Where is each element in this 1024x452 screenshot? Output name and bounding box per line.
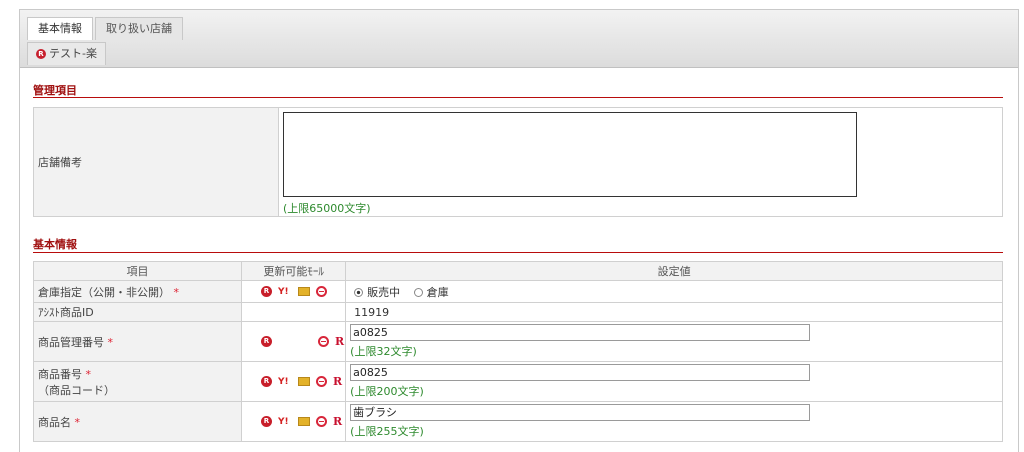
rakuten-icon: R: [261, 376, 272, 387]
rakuten-icon: R: [261, 416, 272, 427]
mall-icons: R Y!: [240, 280, 347, 303]
rakuten-icon: R: [36, 49, 46, 59]
table-row: 倉庫指定（公開・非公開） * R Y! 販売中 倉庫: [33, 280, 1003, 303]
mall-icons: R Y! R: [240, 401, 347, 442]
mall-icons: R R: [240, 321, 347, 362]
store-note-label: 店舗備考: [33, 107, 279, 217]
header-updatable: 更新可能ﾓｰﾙ: [240, 261, 347, 281]
rakuma-icon: R: [333, 415, 343, 428]
ponpare-icon: [316, 286, 327, 297]
item-number-limit: (上限200文字): [350, 385, 424, 398]
section-divider: [33, 97, 1003, 98]
table-row: 商品名 * R Y! R 歯ブラシ (上限255文字): [33, 401, 1003, 442]
warehouse-options: 販売中 倉庫: [345, 280, 1003, 303]
rakuten-icon: R: [261, 336, 272, 347]
row-label: 商品番号 * （商品コード）: [33, 361, 242, 402]
subtab-label: テスト-楽: [49, 47, 97, 60]
mgmt-number-limit: (上限32文字): [350, 345, 417, 358]
item-number-input[interactable]: a0825: [350, 364, 811, 381]
ponpare-icon: [316, 376, 327, 387]
tab-stores[interactable]: 取り扱い店舗: [95, 17, 183, 40]
basic-info-table: 項目 更新可能ﾓｰﾙ 設定値 倉庫指定（公開・非公開） * R Y! 販売中 倉…: [33, 261, 1003, 442]
wowma-icon: [298, 417, 310, 426]
store-note-textarea[interactable]: [283, 112, 857, 197]
header-value: 設定値: [345, 261, 1003, 281]
tab-basic-info[interactable]: 基本情報: [27, 17, 93, 40]
table-row: 商品番号 * （商品コード） R Y! R a0825 (上限200文字): [33, 361, 1003, 402]
admin-table: 店舗備考 (上限65000文字): [33, 107, 1003, 217]
item-name-limit: (上限255文字): [350, 425, 424, 438]
row-label: 商品管理番号 *: [33, 321, 242, 362]
item-name-input[interactable]: 歯ブラシ: [350, 404, 811, 421]
mgmt-number-input[interactable]: a0825: [350, 324, 811, 341]
rakuma-icon: R: [335, 335, 345, 348]
yahoo-icon: Y!: [278, 416, 289, 427]
table-row: 商品管理番号 * R R a0825 (上限32文字): [33, 321, 1003, 362]
header-item: 項目: [33, 261, 242, 281]
rakuma-icon: R: [333, 375, 343, 388]
yahoo-icon: Y!: [278, 376, 289, 387]
item-edit-panel: 基本情報 取り扱い店舗 R テスト-楽 管理項目 店舗備考 (上限65000文字…: [19, 9, 1019, 452]
subtab-store-test[interactable]: R テスト-楽: [27, 42, 106, 65]
row-label: 商品名 *: [33, 401, 242, 442]
section-title-admin: 管理項目: [33, 84, 77, 97]
assist-id-value: 11919: [345, 302, 1003, 322]
yahoo-icon: Y!: [278, 286, 289, 297]
radio-on-sale[interactable]: 販売中: [354, 286, 400, 299]
ponpare-icon: [316, 416, 327, 427]
store-note-limit: (上限65000文字): [283, 202, 371, 215]
tab-bar: 基本情報 取り扱い店舗 R テスト-楽: [20, 10, 1018, 68]
section-title-basic: 基本情報: [33, 238, 77, 251]
radio-warehouse[interactable]: 倉庫: [413, 286, 449, 299]
rakuten-icon: R: [261, 286, 272, 297]
section-divider: [33, 252, 1003, 253]
mall-icons: R Y! R: [240, 361, 347, 402]
ponpare-icon: [318, 336, 329, 347]
table-row: ｱｼｽﾄ商品ID 11919: [33, 302, 1003, 322]
wowma-icon: [298, 287, 310, 296]
row-label: ｱｼｽﾄ商品ID: [33, 302, 242, 322]
wowma-icon: [298, 377, 310, 386]
row-label: 倉庫指定（公開・非公開） *: [33, 280, 242, 303]
